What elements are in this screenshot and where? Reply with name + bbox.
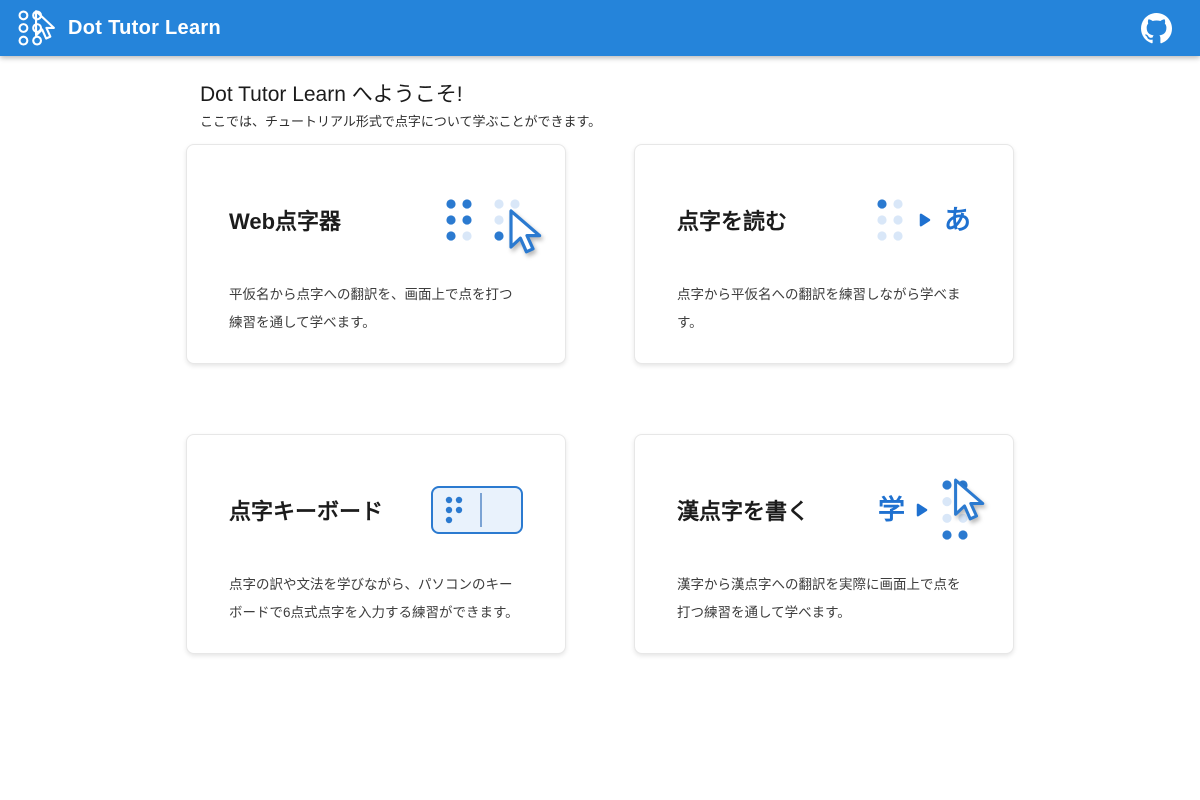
- card-title: 点字を読む: [677, 204, 787, 236]
- card-web-tenjiki[interactable]: Web点字器: [186, 144, 566, 364]
- braille-to-hiragana-icon: あ: [874, 196, 971, 244]
- card-write-kantenji[interactable]: 漢点字を書く 学: [634, 434, 1014, 654]
- card-head: Web点字器: [229, 183, 523, 257]
- brand[interactable]: Dot Tutor Learn: [14, 7, 221, 49]
- braille-cell-icon: [874, 196, 906, 244]
- arrow-right-icon: [916, 503, 928, 517]
- welcome-title: Dot Tutor Learn へようこそ!: [200, 82, 1014, 107]
- kanji-gaku-label: 学: [878, 497, 905, 524]
- mouse-cursor-icon: [503, 209, 543, 257]
- card-description: 点字の訳や文法を学びながら、パソコンのキーボードで6点式点字を入力する練習ができ…: [229, 571, 523, 626]
- text-caret: [480, 493, 482, 527]
- card-title: Web点字器: [229, 204, 341, 236]
- braille-keyboard-icon: [431, 486, 523, 534]
- hiragana-a-label: あ: [944, 207, 971, 234]
- cards-grid: Web点字器: [186, 144, 1014, 654]
- card-description: 点字から平仮名への翻訳を練習しながら学べます。: [677, 281, 971, 336]
- card-head: 点字キーボード: [229, 473, 523, 547]
- braille-cells-with-cursor-icon: [443, 196, 523, 244]
- welcome-section: Dot Tutor Learn へようこそ! ここでは、チュートリアル形式で点字…: [186, 82, 1014, 130]
- braille-cell-icon: [443, 494, 465, 526]
- app-header: Dot Tutor Learn: [0, 0, 1200, 56]
- card-braille-keyboard[interactable]: 点字キーボード 点字の訳や文法を学びながら、パソコンのキーボードで6点式点字を入…: [186, 434, 566, 654]
- braille-cell-icon: [443, 196, 475, 244]
- app-title: Dot Tutor Learn: [68, 17, 221, 40]
- welcome-subtitle: ここでは、チュートリアル形式で点字について学ぶことができます。: [200, 111, 1014, 130]
- card-description: 平仮名から点字への翻訳を、画面上で点を打つ練習を通して学べます。: [229, 281, 523, 336]
- card-read-braille[interactable]: 点字を読む あ 点字から平仮名への翻訳を練習しながら学べます。: [634, 144, 1014, 364]
- card-head: 漢点字を書く 学: [677, 473, 971, 547]
- kanji-to-kantenji-cursor-icon: 学: [878, 477, 971, 543]
- main-content: Dot Tutor Learn へようこそ! ここでは、チュートリアル形式で点字…: [186, 82, 1014, 654]
- card-title: 点字キーボード: [229, 494, 383, 526]
- mouse-cursor-icon: [948, 478, 986, 524]
- card-description: 漢字から漢点字への翻訳を実際に画面上で点を打つ練習を通して学べます。: [677, 571, 971, 626]
- github-link[interactable]: [1141, 13, 1172, 44]
- arrow-right-icon: [919, 213, 931, 227]
- card-title: 漢点字を書く: [677, 494, 809, 526]
- braille-cell-with-cursor: [491, 196, 523, 244]
- github-icon: [1141, 13, 1172, 44]
- card-head: 点字を読む あ: [677, 183, 971, 257]
- kantenji-cell-with-cursor: [939, 477, 971, 543]
- braille-dots-cursor-logo-icon: [14, 7, 56, 49]
